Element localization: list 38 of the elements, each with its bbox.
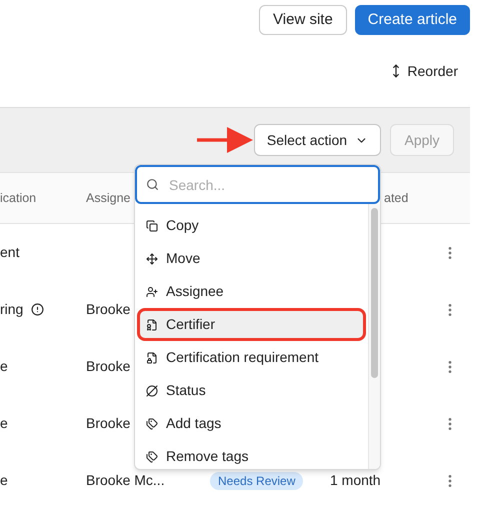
column-header: ated xyxy=(384,190,408,207)
select-action-dropdown[interactable]: Select action xyxy=(254,124,381,156)
assignee-cell: Brooke xyxy=(86,301,130,317)
table-cell-text: ring xyxy=(0,300,24,319)
scrollbar-thumb[interactable] xyxy=(371,208,378,378)
search-field[interactable]: Search... xyxy=(135,165,380,204)
menu-item[interactable]: Assignee xyxy=(137,275,366,308)
person-plus-icon xyxy=(146,286,158,298)
table-cell-text: ent xyxy=(0,243,20,262)
status-tag: Needs Review xyxy=(210,472,304,490)
table-cell-text: e xyxy=(0,414,8,433)
search-icon xyxy=(146,178,159,191)
tags-icon xyxy=(146,450,158,462)
assignee-cell: Brooke xyxy=(86,415,130,431)
menu-item[interactable]: Copy xyxy=(137,209,366,242)
file-badge-icon xyxy=(146,318,158,330)
copy-icon xyxy=(146,220,158,232)
assignee-cell: Brooke xyxy=(86,358,130,374)
menu-item[interactable]: Certifier xyxy=(137,308,366,341)
menu-item[interactable]: Certification requirement xyxy=(137,341,366,374)
reorder-button[interactable]: Reorder xyxy=(389,61,458,81)
alert-icon xyxy=(31,303,44,316)
move-arrows-icon xyxy=(146,252,158,264)
view-site-button[interactable]: View site xyxy=(259,5,347,35)
file-lock-icon xyxy=(146,352,158,364)
create-button[interactable]: Create article xyxy=(354,5,470,35)
menu-item[interactable]: Add tags xyxy=(137,407,366,440)
assignee-cell: Brooke Mc... xyxy=(86,472,165,488)
column-header: Assigne xyxy=(86,190,130,207)
menu-item[interactable]: Move xyxy=(137,242,366,275)
table-cell-text: e xyxy=(0,357,8,376)
slashed-circle-icon xyxy=(146,384,158,396)
menu-item[interactable]: Remove tags xyxy=(137,440,366,469)
table-cell-text: e xyxy=(0,471,8,490)
tags-icon xyxy=(146,418,158,430)
column-header: ication xyxy=(0,190,36,207)
updated-cell: 1 month xyxy=(330,472,381,488)
menu-item[interactable]: Status xyxy=(137,374,366,407)
